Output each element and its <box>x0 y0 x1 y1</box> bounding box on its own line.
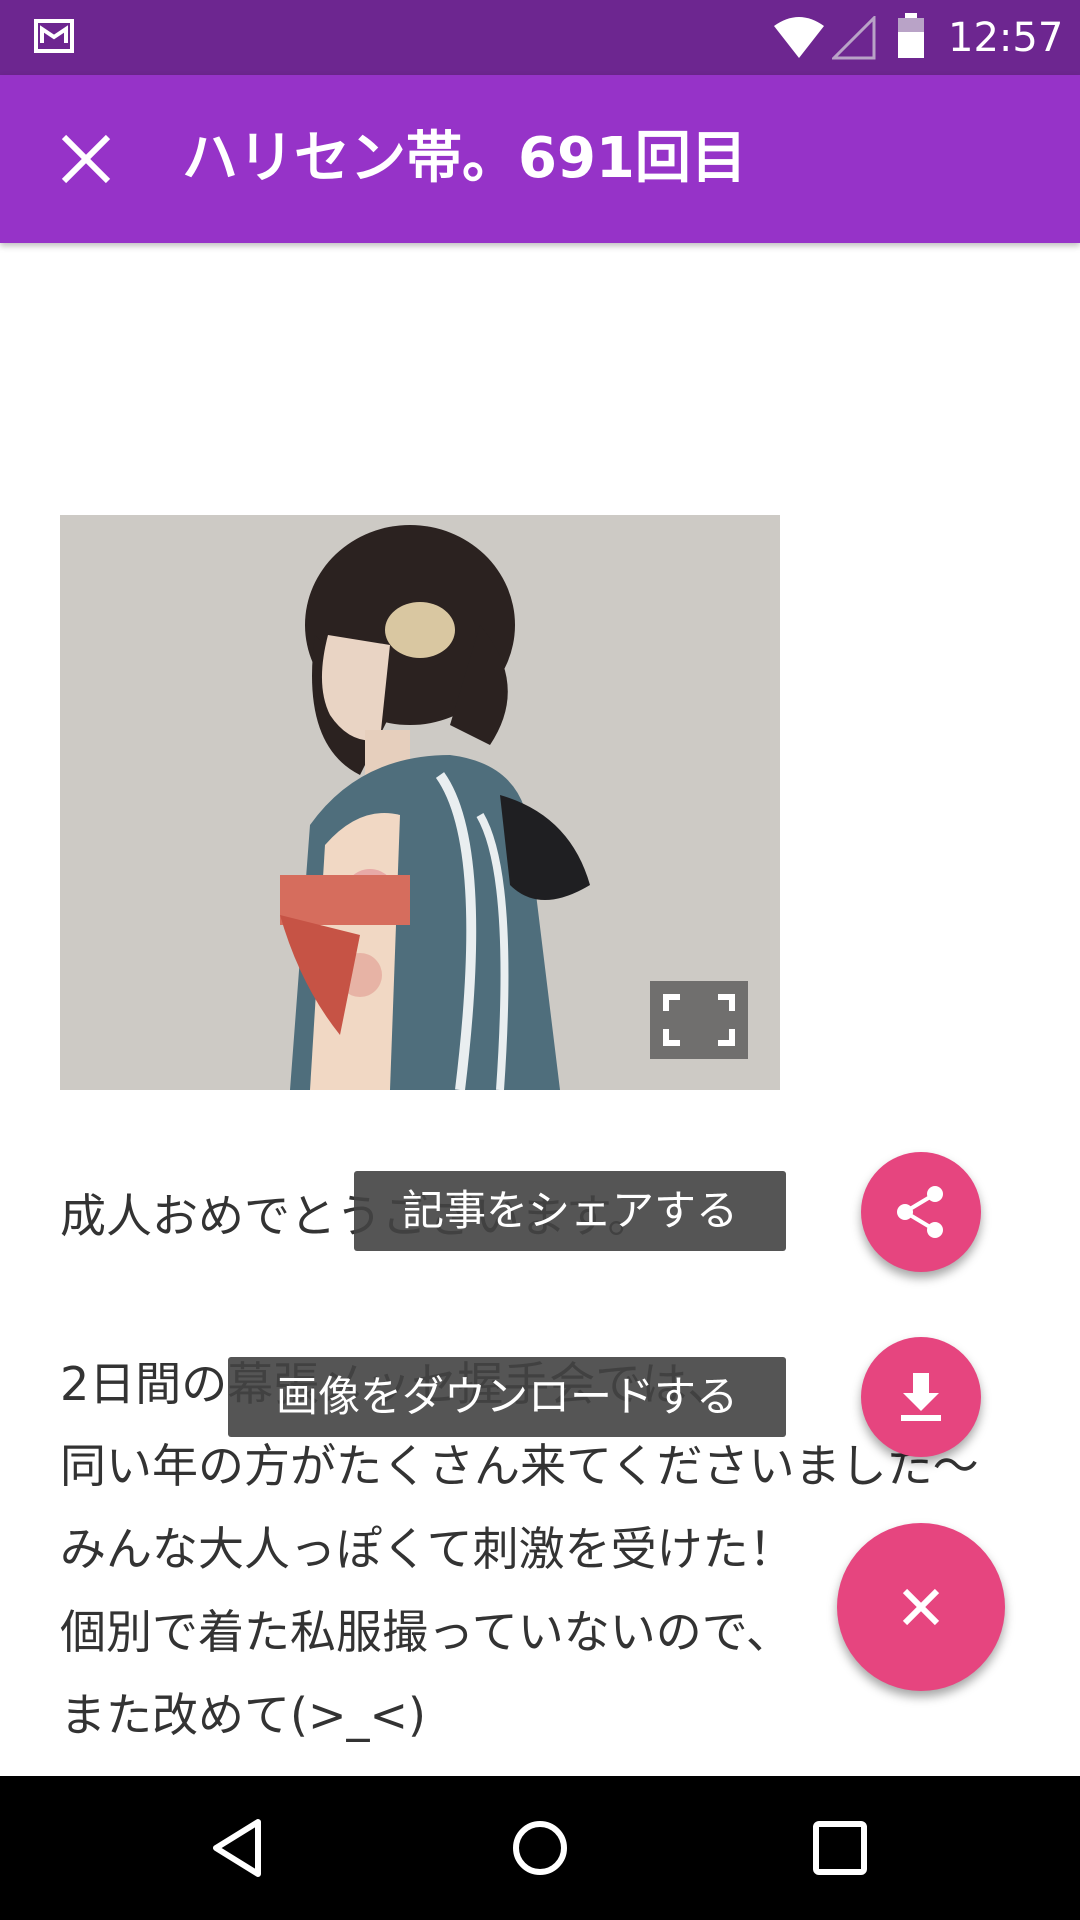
article-paragraph: 個別で着た私服撮っていないので、 <box>60 1605 792 1659</box>
status-bar: 12:57 <box>0 0 1080 75</box>
share-icon <box>897 1186 943 1238</box>
navigation-bar <box>0 1776 1080 1920</box>
close-icon <box>902 1588 940 1626</box>
status-clock: 12:57 <box>948 15 1064 61</box>
fullscreen-icon <box>663 994 735 1046</box>
share-tooltip[interactable]: 記事をシェアする <box>354 1171 786 1251</box>
article-photo[interactable] <box>60 515 780 1090</box>
download-icon <box>901 1373 941 1421</box>
recents-button[interactable] <box>800 1808 880 1888</box>
article-paragraph: みんな大人っぽくて刺激を受けた！ <box>60 1522 795 1576</box>
wifi-icon <box>774 17 824 58</box>
mail-notification-icon <box>34 19 74 53</box>
battery-icon <box>898 13 924 58</box>
home-button[interactable] <box>500 1808 580 1888</box>
recents-icon <box>813 1821 867 1875</box>
download-fab[interactable] <box>861 1337 981 1457</box>
home-icon <box>513 1821 567 1875</box>
back-icon <box>213 1819 261 1877</box>
close-icon <box>61 134 111 184</box>
share-fab[interactable] <box>861 1152 981 1272</box>
cellular-signal-icon <box>832 16 876 60</box>
close-button[interactable] <box>40 113 132 205</box>
app-bar: ハリセン帯。691回目 <box>0 75 1080 243</box>
article-paragraph: また改めて(>_<) <box>60 1688 426 1742</box>
page-title: ハリセン帯。691回目 <box>182 126 747 191</box>
download-tooltip[interactable]: 画像をダウンロードする <box>228 1357 786 1437</box>
back-button[interactable] <box>200 1808 280 1888</box>
close-fab[interactable] <box>837 1523 1005 1691</box>
fullscreen-button[interactable] <box>650 981 748 1059</box>
